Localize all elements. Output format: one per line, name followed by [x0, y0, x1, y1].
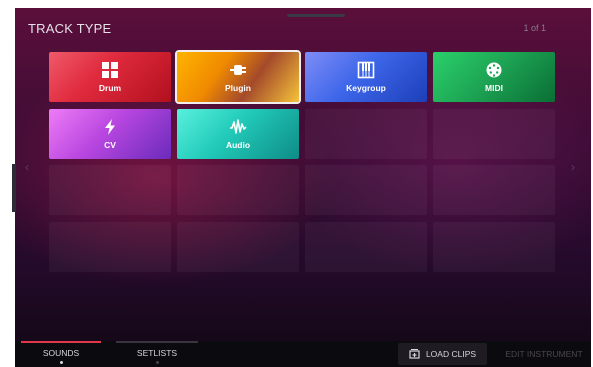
empty-slot	[433, 109, 555, 159]
tile-audio[interactable]: Audio	[177, 109, 299, 159]
edit-instrument-label: EDIT INSTRUMENT	[505, 349, 583, 359]
bottom-toolbar: SOUNDS SETLISTS LOAD CLIPS EDIT INSTRUME…	[15, 341, 591, 367]
plug-icon	[229, 61, 247, 79]
page-indicator: 1 of 1	[523, 23, 546, 33]
piano-keys-icon	[357, 61, 375, 79]
empty-slot	[433, 222, 555, 272]
grid-icon	[101, 61, 119, 79]
empty-slot	[305, 109, 427, 159]
left-edge-handle	[12, 164, 16, 212]
midi-din-icon	[485, 61, 503, 79]
tile-cv[interactable]: CV	[49, 109, 171, 159]
empty-slot	[305, 222, 427, 272]
tile-midi[interactable]: MIDI	[433, 52, 555, 102]
next-page-arrow[interactable]: ›	[571, 160, 575, 174]
tile-keygroup[interactable]: Keygroup	[305, 52, 427, 102]
tab-label: SOUNDS	[42, 348, 80, 358]
empty-slot	[433, 165, 555, 215]
page-dot	[60, 361, 63, 364]
tile-label: Drum	[98, 83, 122, 93]
page-title: TRACK TYPE	[28, 21, 112, 36]
prev-page-arrow[interactable]: ‹	[25, 160, 29, 174]
tile-label: MIDI	[485, 83, 503, 93]
tile-label: CV	[104, 140, 116, 150]
tile-drum[interactable]: Drum	[49, 52, 171, 102]
page-dot	[156, 361, 159, 364]
clip-load-icon	[409, 348, 420, 361]
empty-slot	[177, 165, 299, 215]
tile-label: Keygroup	[346, 83, 386, 93]
waveform-icon	[229, 118, 247, 136]
empty-slot	[49, 222, 171, 272]
tile-label: Audio	[225, 140, 251, 150]
tab-active-indicator	[21, 341, 101, 343]
tile-plugin[interactable]: Plugin	[175, 50, 301, 104]
top-handle	[287, 14, 345, 17]
edit-instrument-button[interactable]: EDIT INSTRUMENT	[497, 343, 591, 365]
tab-setlists[interactable]: SETLISTS	[116, 341, 198, 367]
lightning-icon	[101, 118, 119, 136]
track-type-screen: TRACK TYPE 1 of 1 ‹ › Drum Plugin Keygro…	[15, 8, 591, 367]
empty-slot	[305, 165, 427, 215]
tile-label: Plugin	[225, 83, 251, 93]
tab-sounds[interactable]: SOUNDS	[21, 341, 101, 367]
load-clips-button[interactable]: LOAD CLIPS	[398, 343, 487, 365]
tab-indicator	[116, 341, 198, 343]
empty-slot	[177, 222, 299, 272]
load-clips-label: LOAD CLIPS	[425, 349, 477, 359]
tab-label: SETLISTS	[136, 348, 178, 358]
empty-slot	[49, 165, 171, 215]
